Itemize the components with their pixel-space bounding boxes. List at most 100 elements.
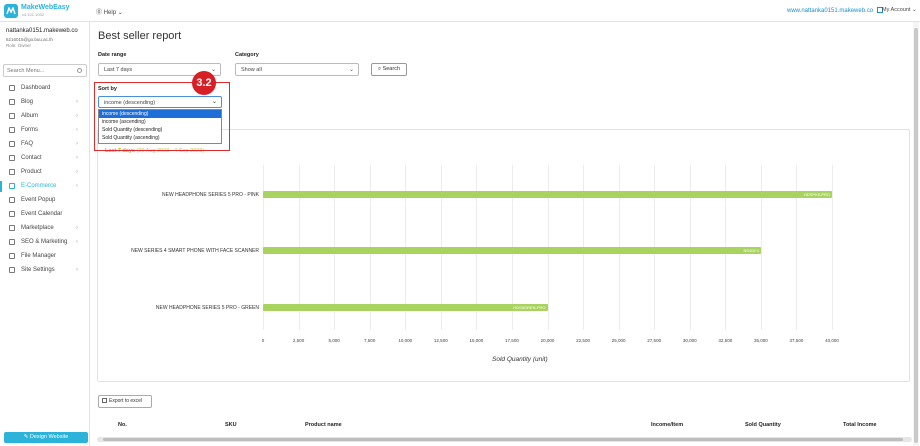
sidebar: nattanka0151.makeweb.co 6216015@go.buu.a…	[0, 22, 90, 446]
site-link[interactable]: www.nattanka0151.makeweb.co	[787, 7, 883, 14]
chevron-down-icon: ⌄	[210, 67, 216, 73]
design-website-button[interactable]: ✎ Design Website	[4, 432, 88, 443]
x-tick-label: 22,500	[576, 338, 590, 343]
bar-category-label: NEW SERIES 4 SMART PHONE WITH FACE SCANN…	[131, 248, 259, 254]
horizontal-scrollbar-thumb[interactable]	[103, 438, 903, 441]
sort-option[interactable]: income (descending)	[99, 110, 221, 118]
x-tick-label: 37,500	[789, 338, 804, 343]
vertical-scrollbar-thumb[interactable]	[914, 28, 918, 443]
table-header-no[interactable]: No.	[118, 422, 127, 428]
account-menu[interactable]: My Account ⌄	[882, 7, 917, 13]
sidebar-item[interactable]: Product ›	[0, 166, 90, 180]
sort-option[interactable]: income (ascending)	[99, 118, 221, 126]
sidebar-item-label: Dashboard	[21, 85, 51, 91]
document-icon	[9, 99, 15, 105]
page-title: Best seller report	[98, 30, 182, 42]
sidebar-item[interactable]: Blog ›	[0, 96, 90, 110]
search-menu-input[interactable]	[7, 67, 71, 75]
x-axis-title: Sold Quantity (unit)	[492, 356, 548, 363]
sidebar-item[interactable]: Dashboard	[0, 82, 90, 96]
chevron-right-icon: ›	[76, 113, 78, 119]
bar-sku-label: NS4DF4	[743, 248, 759, 253]
x-tick-label: 17,500	[505, 338, 519, 343]
list-icon	[9, 127, 15, 133]
x-tick-label: 20,000	[540, 338, 555, 343]
chevron-down-icon: ⌄	[348, 67, 354, 73]
sort-option[interactable]: Sold Quantity (descending)	[99, 126, 221, 134]
vertical-scrollbar[interactable]	[913, 22, 919, 446]
user-role: Role: Owner	[6, 43, 32, 48]
chevron-right-icon: ›	[76, 267, 78, 273]
bar[interactable]: HDSPK5-PRO	[263, 191, 832, 198]
chevron-right-icon: ›	[76, 127, 78, 133]
sidebar-item[interactable]: E-Commerce ›	[0, 180, 90, 194]
export-excel-label: Export to excel	[109, 398, 143, 404]
table-header-product-name[interactable]: Product name	[305, 422, 342, 428]
x-tick-label: 30,000	[682, 338, 697, 343]
x-tick-label: 7,500	[364, 338, 376, 343]
sidebar-item[interactable]: Marketplace ›	[0, 222, 90, 236]
sort-option[interactable]: Sold Quantity (ascending)	[99, 134, 221, 142]
sidebar-item[interactable]: Contact ›	[0, 152, 90, 166]
sidebar-item[interactable]: FAQ ›	[0, 138, 90, 152]
chevron-right-icon: ›	[76, 99, 78, 105]
logo-name: MakeWebEasy	[21, 4, 70, 11]
sidebar-item-label: SEO & Marketing	[21, 239, 68, 245]
logo[interactable]: MakeWebEasy v4.101.1002	[4, 3, 92, 19]
site-link-label: www.nattanka0151.makeweb.co	[787, 8, 874, 14]
chevron-right-icon: ›	[76, 141, 78, 147]
x-tick-label: 0	[261, 338, 265, 343]
annotation-step-badge: 3.2	[192, 71, 216, 95]
mail-icon	[9, 155, 15, 161]
sidebar-item-label: E-Commerce	[21, 183, 57, 189]
x-tick-label: 5,000	[328, 338, 340, 343]
sidebar-item[interactable]: Event Calendar	[0, 208, 90, 222]
help-icon: ⓪	[96, 10, 103, 16]
excel-icon	[102, 398, 107, 403]
x-tick-label: 40,000	[825, 338, 839, 343]
sort-by-select[interactable]: income (descending) ⌄	[98, 96, 222, 108]
help-menu[interactable]: ⓪ Help ⌄	[96, 7, 123, 16]
user-name: nattanka0151.makeweb.co	[6, 28, 78, 34]
bar[interactable]: HDS5GREN-PRO	[263, 304, 548, 311]
sidebar-item[interactable]: Forms ›	[0, 124, 90, 138]
account-label: My Account	[882, 7, 911, 13]
category-select[interactable]: Show all ⌄	[235, 63, 359, 76]
search-button-label: Search	[382, 66, 401, 72]
table-header-sold-quantity[interactable]: Sold Quantity	[745, 422, 781, 428]
sidebar-item-label: Event Calendar	[21, 211, 63, 217]
search-icon	[9, 239, 15, 245]
date-range-label: Date range	[98, 52, 127, 58]
sidebar-item[interactable]: Site Settings ›	[0, 264, 90, 278]
bar[interactable]: NS4DF4	[263, 247, 761, 254]
shop-icon	[9, 183, 15, 189]
home-icon	[9, 85, 15, 91]
chevron-down-icon: ⌄	[211, 99, 217, 105]
gear-icon	[9, 267, 15, 273]
category-label: Category	[235, 52, 259, 58]
table-header-sku[interactable]: SKU	[225, 422, 237, 428]
image-icon	[9, 113, 15, 119]
sidebar-item[interactable]: Album ›	[0, 110, 90, 124]
sidebar-item[interactable]: File Manager	[0, 250, 90, 264]
folder-icon	[9, 253, 15, 259]
table-header-total-income[interactable]: Total Income	[843, 422, 877, 428]
chevron-right-icon: ›	[76, 169, 78, 175]
search-icon[interactable]	[77, 68, 82, 73]
sidebar-item-label: Album	[21, 113, 39, 119]
export-excel-button[interactable]: Export to excel	[98, 395, 152, 408]
gridline	[760, 165, 762, 330]
search-button[interactable]: ⌕ Search	[371, 63, 407, 76]
sidebar-item-label: Product	[21, 169, 42, 175]
popup-icon	[9, 197, 15, 203]
horizontal-scrollbar[interactable]	[97, 437, 912, 442]
chart-card	[97, 129, 910, 382]
table-header-income-item[interactable]: Income/Item	[651, 422, 683, 428]
logo-version: v4.101.1002	[22, 12, 45, 17]
sidebar-item-label: File Manager	[21, 253, 57, 259]
sidebar-item[interactable]: Event Popup	[0, 194, 90, 208]
sort-by-value: income (descending)	[104, 99, 156, 106]
cart-icon	[9, 169, 15, 175]
sidebar-item[interactable]: SEO & Marketing ›	[0, 236, 90, 250]
sidebar-item-label: Marketplace	[21, 225, 54, 231]
